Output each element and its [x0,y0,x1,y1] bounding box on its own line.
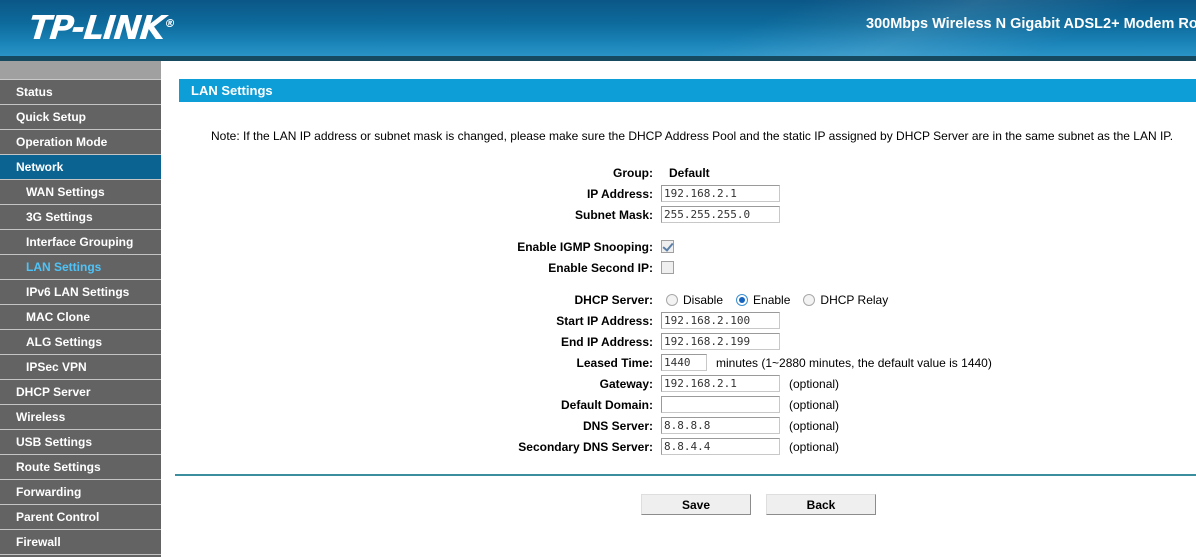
sidebar-item-ipv6-lan-settings[interactable]: IPv6 LAN Settings [0,280,161,305]
secondary-dns-input[interactable] [661,438,780,455]
field-row-group: Group: Default [161,162,1196,183]
secondary-dns-label: Secondary DNS Server: [518,439,653,454]
dhcp-option-label: Enable [753,292,791,307]
subnet-mask-label: Subnet Mask: [574,207,653,222]
sidebar-item-quick-setup[interactable]: Quick Setup [0,105,161,130]
gateway-input[interactable] [661,375,780,392]
field-row-subnet-mask: Subnet Mask: [161,204,1196,225]
leased-time-input[interactable] [661,354,707,371]
sidebar-top-band [0,61,161,80]
field-row-secondary-dns: Secondary DNS Server: (optional) [161,436,1196,457]
sidebar-navigation: Status Quick Setup Operation Mode Network WA… [0,61,161,557]
radio-indicator[interactable] [736,293,749,306]
router-model-name: 300Mbps Wireless N Gigabit ADSL2+ Modem … [866,16,1196,32]
sidebar-item-mac-clone[interactable]: MAC Clone [0,305,161,330]
back-button[interactable]: Back [766,494,876,515]
main-layout: Status Quick Setup Operation Mode Network WA… [0,61,1196,557]
sidebar-item-wireless[interactable]: Wireless [0,405,161,430]
sidebar-item-route-settings[interactable]: Route Settings [0,455,161,480]
subnet-mask-input[interactable] [661,206,780,223]
save-button[interactable]: Save [641,494,751,515]
field-row-leased-time: Leased Time: minutes (1~2880 minutes, th… [161,352,1196,373]
sidebar-item-operation-mode[interactable]: Operation Mode [0,130,161,155]
sidebar-item-firewall[interactable]: Firewall [0,530,161,555]
sidebar-menu-list: Status Quick Setup Operation Mode Network WA… [0,80,161,555]
form-actions: Save Back [161,494,1196,515]
page-title-bar: LAN Settings [175,79,1196,102]
gateway-label: Gateway: [599,376,653,391]
radio-indicator[interactable] [666,293,678,306]
tp-link-logo: TP-LINK® [27,8,177,47]
default-domain-label: Default Domain: [560,397,653,412]
sidebar-item-lan-settings[interactable]: LAN Settings [0,255,161,280]
start-ip-label: Start IP Address: [556,313,653,328]
sidebar-item-3g-settings[interactable]: 3G Settings [0,205,161,230]
field-row-igmp-snooping: Enable IGMP Snooping: [161,236,1196,257]
dhcp-option-label: DHCP Relay [820,292,889,307]
group-value: Default [669,165,710,180]
end-ip-input[interactable] [661,333,780,350]
page-note: Note: If the LAN IP address or subnet ma… [211,129,1174,143]
logo-wordmark: TP-LINK [26,8,167,47]
ip-address-label: IP Address: [586,186,653,201]
sidebar-item-network[interactable]: Network [0,155,161,180]
sidebar-item-forwarding[interactable]: Forwarding [0,480,161,505]
gateway-hint: (optional) [789,376,840,391]
dhcp-option-disable[interactable]: Disable [666,293,723,307]
sidebar-item-wan-settings[interactable]: WAN Settings [0,180,161,205]
leased-time-label: Leased Time: [576,355,653,370]
default-domain-input[interactable] [661,396,780,413]
field-row-dhcp-server: DHCP Server: Disable Enable DHCP Relay [161,289,1196,310]
sidebar-item-parent-control[interactable]: Parent Control [0,505,161,530]
radio-indicator[interactable] [803,293,816,306]
dns-server-hint: (optional) [789,418,840,433]
dhcp-server-radio-group: Disable Enable DHCP Relay [661,293,901,307]
field-row-end-ip: End IP Address: [161,331,1196,352]
default-domain-hint: (optional) [789,397,840,412]
start-ip-input[interactable] [661,312,780,329]
page-title: LAN Settings [191,83,273,98]
dhcp-option-enable[interactable]: Enable [736,293,790,307]
dhcp-option-dhcp-relay[interactable]: DHCP Relay [803,293,888,307]
sidebar-item-usb-settings[interactable]: USB Settings [0,430,161,455]
dhcp-option-label: Disable [683,292,724,307]
dns-server-label: DNS Server: [582,418,653,433]
sidebar-item-alg-settings[interactable]: ALG Settings [0,330,161,355]
sidebar-item-status[interactable]: Status [0,80,161,105]
field-row-dns-server: DNS Server: (optional) [161,415,1196,436]
field-row-start-ip: Start IP Address: [161,310,1196,331]
field-row-gateway: Gateway: (optional) [161,373,1196,394]
group-label: Group: [613,165,653,180]
section-divider [175,474,1196,476]
sidebar-item-interface-grouping[interactable]: Interface Grouping [0,230,161,255]
page-header: TP-LINK® 300Mbps Wireless N Gigabit ADSL… [0,0,1196,56]
dns-server-input[interactable] [661,417,780,434]
second-ip-checkbox[interactable] [661,261,674,274]
igmp-snooping-label: Enable IGMP Snooping: [517,239,653,254]
field-row-ip-address: IP Address: [161,183,1196,204]
igmp-snooping-checkbox[interactable] [661,240,674,253]
end-ip-label: End IP Address: [560,334,653,349]
content-panel: LAN Settings Note: If the LAN IP address… [161,61,1196,557]
sidebar-item-ipsec-vpn[interactable]: IPSec VPN [0,355,161,380]
sidebar-item-dhcp-server[interactable]: DHCP Server [0,380,161,405]
registered-trademark-icon: ® [163,17,177,30]
ip-address-input[interactable] [661,185,780,202]
dhcp-server-label: DHCP Server: [574,292,653,307]
secondary-dns-hint: (optional) [789,439,840,454]
lan-settings-form: Group: Default IP Address: Subnet Mask: … [161,162,1196,457]
field-row-default-domain: Default Domain: (optional) [161,394,1196,415]
leased-time-hint: minutes (1~2880 minutes, the default val… [716,355,992,370]
field-row-second-ip: Enable Second IP: [161,257,1196,278]
second-ip-label: Enable Second IP: [548,260,653,275]
